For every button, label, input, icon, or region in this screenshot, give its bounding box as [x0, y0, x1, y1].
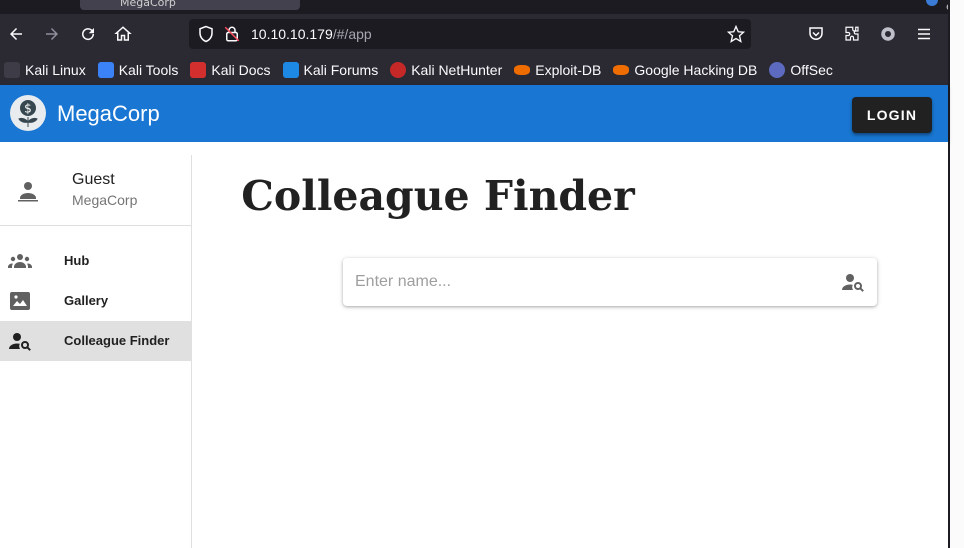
- url-path: /#/app: [332, 26, 372, 42]
- tab-strip: MegaCorp ear: [0, 0, 964, 14]
- brand-name[interactable]: MegaCorp: [57, 101, 160, 127]
- bookmarks-toolbar: Kali Linux Kali Tools Kali Docs Kali For…: [0, 55, 948, 85]
- account-icon: [926, 0, 938, 6]
- bookmark-offsec[interactable]: OffSec: [769, 62, 833, 78]
- app-header: $ MegaCorp LOGIN: [0, 85, 948, 142]
- bookmark-label: Kali NetHunter: [411, 62, 503, 78]
- forward-button[interactable]: [40, 22, 64, 46]
- browser-tab[interactable]: MegaCorp: [80, 0, 300, 10]
- bookmark-star-icon[interactable]: [727, 25, 745, 43]
- drawer-item-label: Gallery: [64, 293, 109, 308]
- home-button[interactable]: [111, 22, 135, 46]
- user-name: Guest: [72, 171, 115, 188]
- drawer-item-label: Hub: [64, 253, 90, 268]
- user-profile: Guest MegaCorp: [0, 155, 191, 226]
- bookmark-google-hacking-db[interactable]: Google Hacking DB: [613, 62, 757, 78]
- page-title: Colleague Finder: [192, 172, 964, 220]
- profile-button[interactable]: [876, 22, 900, 46]
- tab-title: MegaCorp: [120, 0, 176, 9]
- pocket-button[interactable]: [804, 22, 828, 46]
- ghdb-icon: [613, 65, 630, 75]
- side-drawer: Guest MegaCorp Hub Gallery Colleague Fin…: [0, 155, 192, 548]
- name-search-input[interactable]: [355, 258, 825, 306]
- kali-dragon-icon: [4, 62, 20, 78]
- reload-button[interactable]: [76, 22, 100, 46]
- bookmark-kali-nethunter[interactable]: Kali NetHunter: [390, 62, 502, 78]
- home-icon: [114, 26, 132, 41]
- bookmark-exploit-db[interactable]: Exploit-DB: [514, 62, 601, 78]
- exploit-db-icon: [514, 65, 531, 75]
- record-icon: [881, 27, 895, 41]
- person-search-icon: [9, 333, 31, 351]
- bookmark-label: OffSec: [790, 62, 833, 78]
- nethunter-icon: [390, 62, 407, 78]
- url-bar[interactable]: 10.10.10.179/#/app: [189, 19, 751, 49]
- gallery-icon: [10, 292, 30, 310]
- colleague-search: [343, 258, 877, 306]
- menu-button[interactable]: [912, 22, 936, 46]
- offsec-icon: [769, 62, 786, 78]
- back-arrow-icon: [10, 28, 22, 40]
- drawer-item-hub[interactable]: Hub: [0, 241, 191, 281]
- svg-text:$: $: [24, 102, 32, 116]
- kali-docs-icon: [190, 62, 207, 78]
- money-plant-icon: $: [18, 100, 38, 127]
- bookmark-kali-docs[interactable]: Kali Docs: [190, 62, 271, 78]
- browser-toolbar: 10.10.10.179/#/app: [0, 14, 948, 55]
- user-org: MegaCorp: [72, 192, 138, 208]
- bookmark-kali-linux[interactable]: Kali Linux: [4, 62, 86, 78]
- back-button[interactable]: [4, 22, 28, 46]
- bookmark-label: Google Hacking DB: [634, 62, 758, 78]
- reload-icon: [82, 28, 95, 41]
- shield-icon[interactable]: [197, 25, 215, 43]
- bookmark-kali-tools[interactable]: Kali Tools: [97, 62, 179, 78]
- insecure-lock-icon[interactable]: [223, 25, 241, 43]
- drawer-item-gallery[interactable]: Gallery: [0, 281, 191, 321]
- bookmark-label: Kali Linux: [25, 62, 86, 78]
- pocket-icon: [809, 27, 823, 40]
- bookmark-label: Kali Tools: [118, 62, 179, 78]
- guest-avatar-icon: [18, 182, 38, 202]
- url-host: 10.10.10.179: [251, 26, 333, 42]
- url-text[interactable]: 10.10.10.179/#/app: [251, 26, 372, 42]
- extensions-button[interactable]: [840, 22, 864, 46]
- hamburger-menu-icon: [918, 28, 930, 40]
- kali-forums-icon: [282, 62, 299, 78]
- adjacent-window-edge: [948, 0, 964, 548]
- page-title-text: Colleague Finder: [241, 172, 635, 220]
- bookmark-label: Kali Forums: [303, 62, 379, 78]
- login-button[interactable]: LOGIN: [852, 97, 932, 133]
- drawer-item-label: Colleague Finder: [64, 333, 170, 348]
- app-main: Guest MegaCorp Hub Gallery Colleague Fin…: [0, 142, 948, 548]
- person-search-icon[interactable]: [841, 270, 865, 294]
- megacorp-logo: $: [10, 95, 46, 131]
- forward-arrow-icon: [46, 28, 58, 40]
- bookmark-label: Kali Docs: [211, 62, 271, 78]
- people-icon: [8, 254, 32, 268]
- bookmark-label: Exploit-DB: [535, 62, 602, 78]
- puzzle-icon: [845, 26, 859, 41]
- drawer-item-colleague-finder[interactable]: Colleague Finder: [0, 321, 191, 361]
- kali-tools-icon: [97, 62, 114, 78]
- bookmark-kali-forums[interactable]: Kali Forums: [282, 62, 379, 78]
